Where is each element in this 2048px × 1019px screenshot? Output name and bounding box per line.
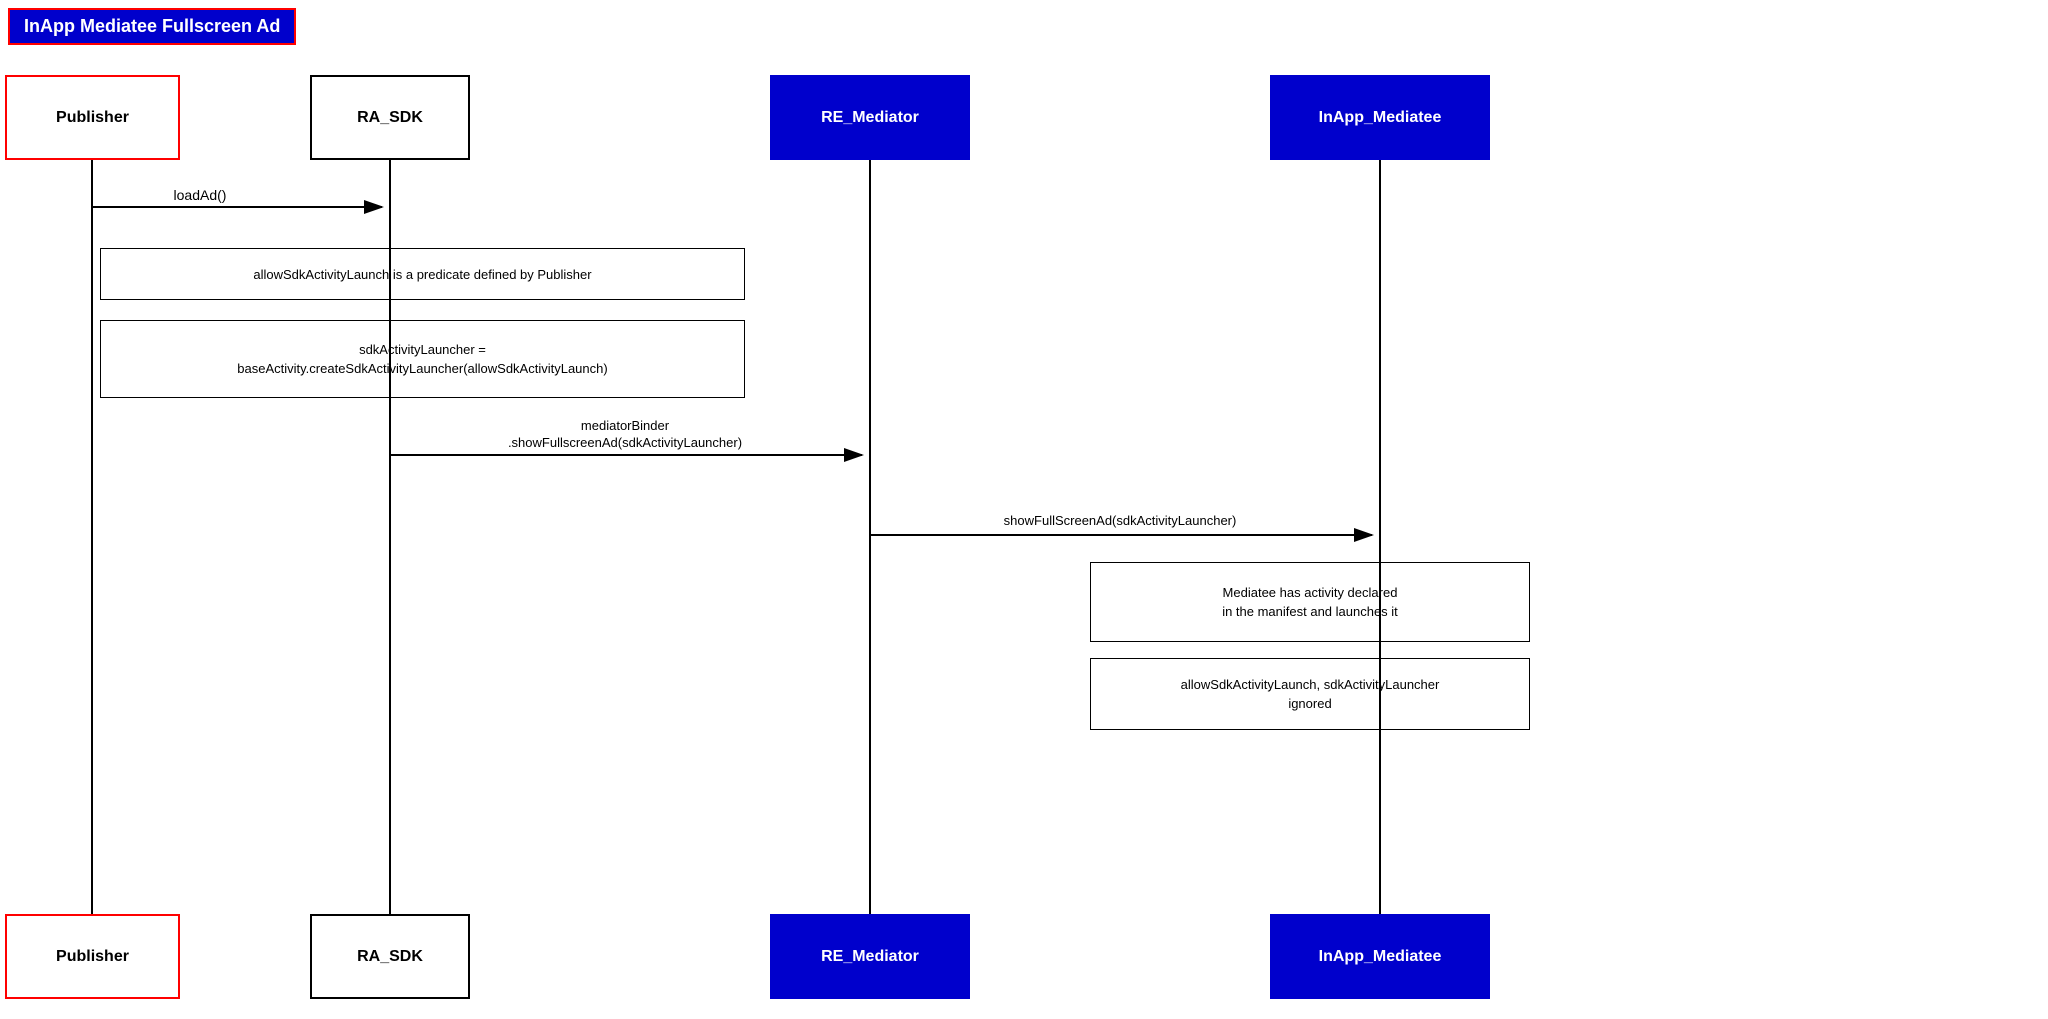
- actor-publisher-bottom: Publisher: [5, 914, 180, 999]
- svg-text:mediatorBinder: mediatorBinder: [581, 418, 670, 433]
- diagram-title: InApp Mediatee Fullscreen Ad: [8, 8, 296, 45]
- actor-ra-sdk-bottom: RA_SDK: [310, 914, 470, 999]
- diagram-container: InApp Mediatee Fullscreen Ad Publisher R…: [0, 0, 2048, 1019]
- actor-ra-sdk-top: RA_SDK: [310, 75, 470, 160]
- actor-inapp-mediatee-top: InApp_Mediatee: [1270, 75, 1490, 160]
- note-sdk-launcher: sdkActivityLauncher =baseActivity.create…: [100, 320, 745, 398]
- svg-text:.showFullscreenAd(sdkActivityL: .showFullscreenAd(sdkActivityLauncher): [508, 435, 742, 450]
- svg-text:loadAd(): loadAd(): [174, 187, 227, 203]
- svg-text:showFullScreenAd(sdkActivityLa: showFullScreenAd(sdkActivityLauncher): [1004, 513, 1237, 528]
- actor-publisher-top: Publisher: [5, 75, 180, 160]
- actor-inapp-mediatee-bottom: InApp_Mediatee: [1270, 914, 1490, 999]
- note-mediatee-activity: Mediatee has activity declaredin the man…: [1090, 562, 1530, 642]
- sequence-diagram-svg: loadAd() mediatorBinder .showFullscreenA…: [0, 0, 2048, 1019]
- note-allow-sdk: allowSdkActivityLaunch is a predicate de…: [100, 248, 745, 300]
- actor-re-mediator-top: RE_Mediator: [770, 75, 970, 160]
- note-allow-ignored: allowSdkActivityLaunch, sdkActivityLaunc…: [1090, 658, 1530, 730]
- actor-re-mediator-bottom: RE_Mediator: [770, 914, 970, 999]
